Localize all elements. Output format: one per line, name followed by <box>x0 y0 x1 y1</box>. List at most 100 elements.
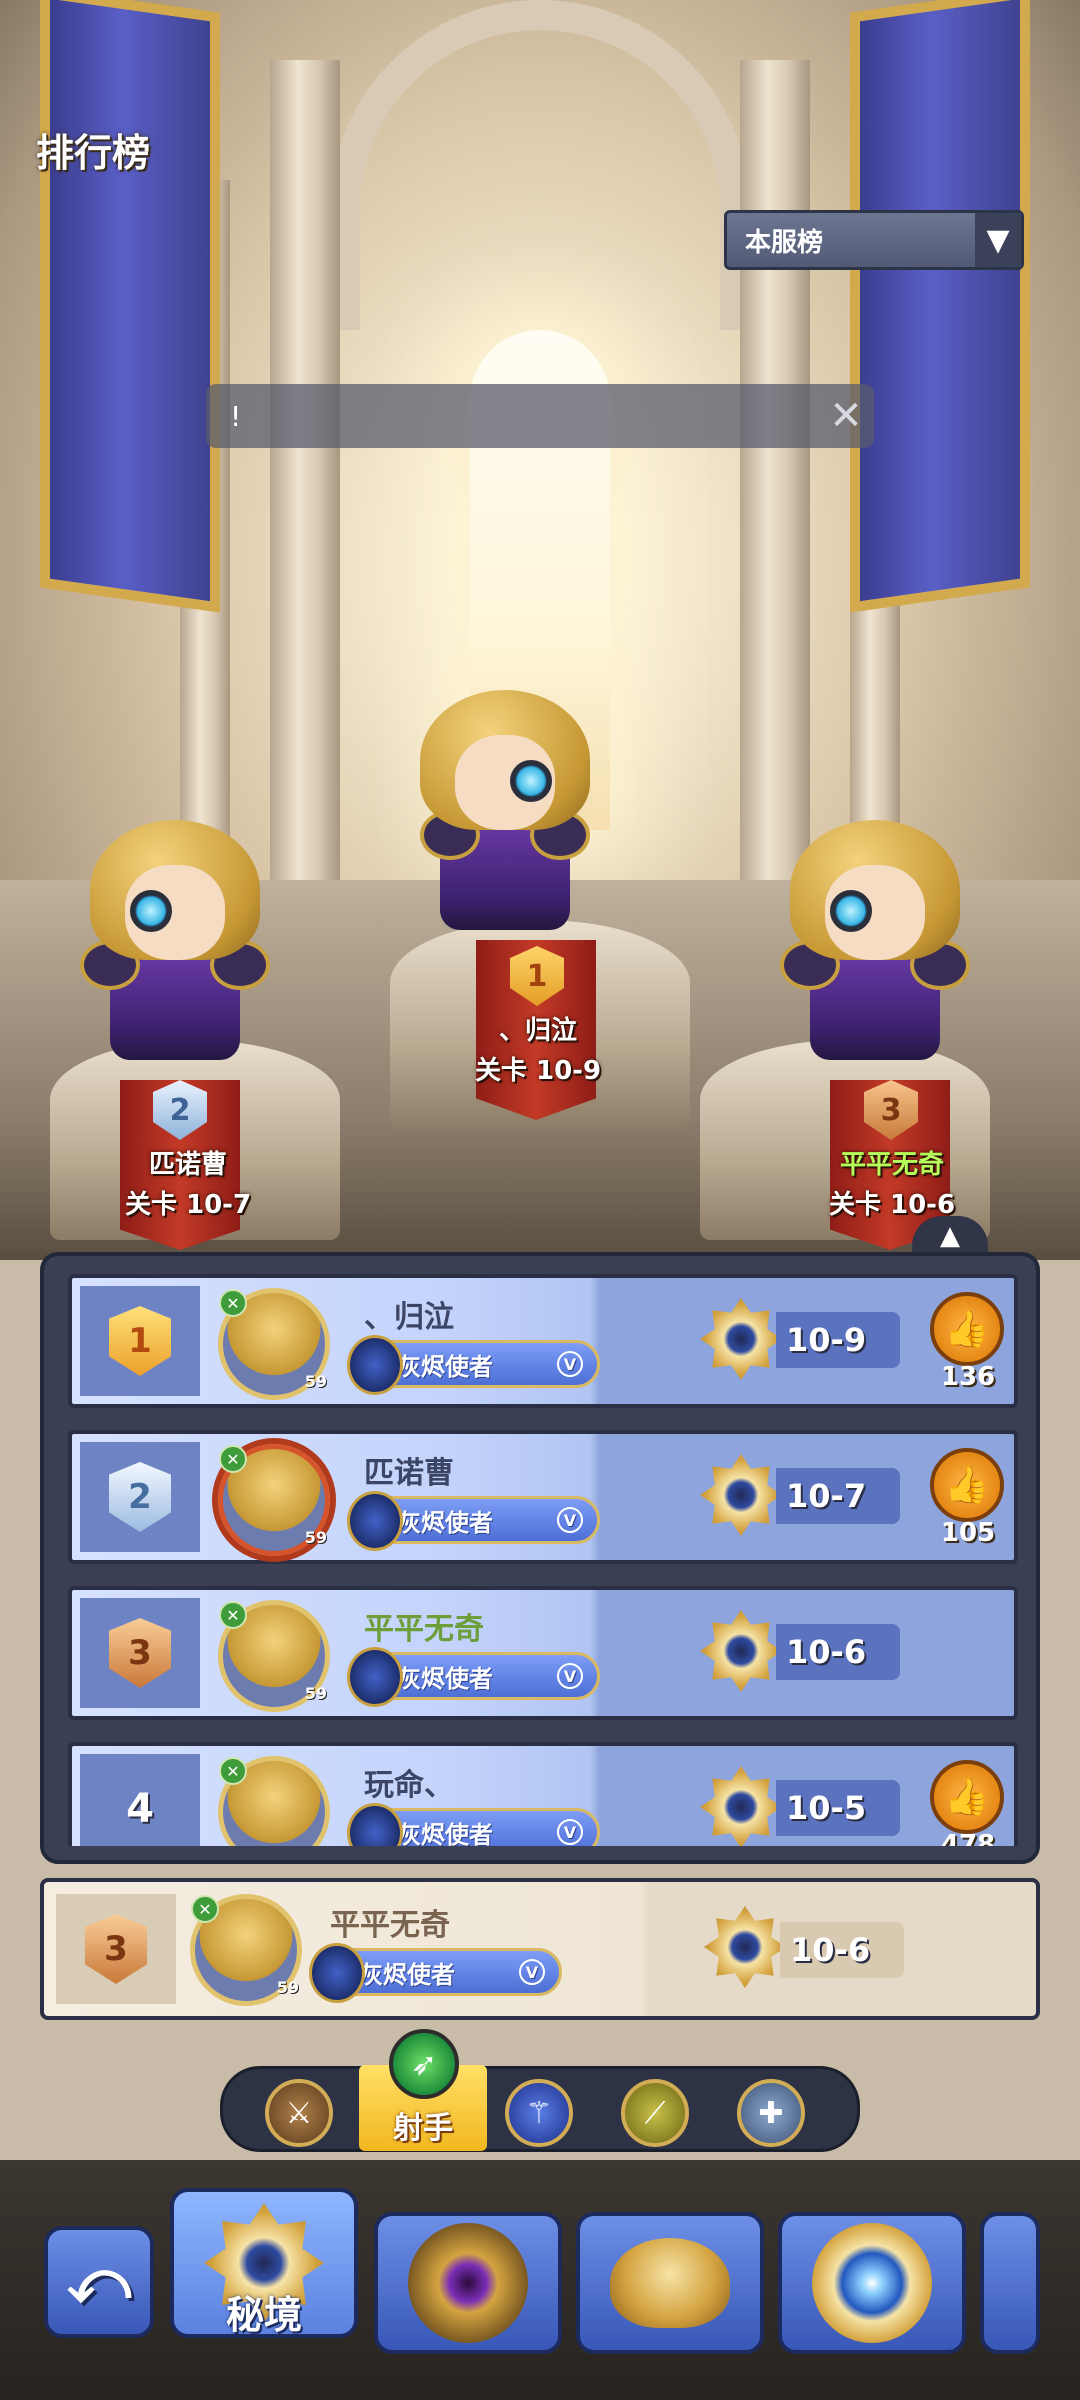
class-tab-archer[interactable]: ➶ 射手 <box>359 2029 487 2151</box>
title-emblem-icon <box>347 1803 403 1846</box>
leaderboard-row[interactable]: 2 ✕ 59 匹诺曹 灰烬使者 V 10-7 👍 105 <box>68 1430 1018 1564</box>
stage-value: 10-9 <box>776 1312 900 1368</box>
goggle-icon <box>510 760 552 802</box>
nav-active-label: 秘境 <box>225 2293 302 2337</box>
title-emblem-icon <box>347 1491 403 1551</box>
secret-realm-stage-icon <box>700 1298 782 1380</box>
like-count: 136 <box>940 1362 996 1392</box>
title-tier: V <box>557 1351 583 1377</box>
podium-rank-2-name: 匹诺曹 <box>148 1150 227 1180</box>
star-compass-emblem-icon <box>812 2223 932 2343</box>
archer-class-icon: ✕ <box>219 1289 247 1317</box>
nav-star-tab[interactable] <box>778 2212 966 2354</box>
player-title: 灰烬使者 <box>397 1352 493 1381</box>
player-title-badge: 灰烬使者 V <box>347 1491 600 1551</box>
stage-value: 10-6 <box>780 1922 904 1978</box>
secret-realm-stage-icon <box>704 1906 786 1988</box>
player-name: 平平无奇 <box>364 1612 484 1647</box>
player-title: 灰烬使者 <box>397 1664 493 1693</box>
leaderboard-row[interactable]: 3 ✕ 59 平平无奇 灰烬使者 V 10-6 <box>68 1586 1018 1720</box>
eye-emblem-icon <box>408 2223 528 2343</box>
leaderboard-row[interactable]: 1 ✕ 59 、归泣 灰烬使者 V 10-9 👍 136 <box>68 1274 1018 1408</box>
player-title-badge: 灰烬使者 V <box>347 1647 600 1707</box>
rank-shield-icon: 3 <box>109 1618 171 1688</box>
podium-rank-1-stage: 关卡 10-9 <box>474 1056 602 1086</box>
my-rank-row[interactable]: 3 ✕ 59 平平无奇 灰烬使者 V 10-6 <box>40 1878 1040 2020</box>
mage-staff-icon[interactable]: ⚚ <box>505 2079 573 2147</box>
collapse-list-button[interactable]: ▲ <box>912 1216 988 1256</box>
like-thumb-icon[interactable]: 👍 <box>930 1448 1004 1522</box>
server-scope-value: 本服榜 <box>745 227 824 258</box>
archer-class-icon: ✕ <box>219 1757 247 1785</box>
like-thumb-icon[interactable]: 👍 <box>930 1292 1004 1366</box>
podium-rank-1-name: 、归泣 <box>498 1016 577 1046</box>
archer-icon: ➶ <box>389 2029 459 2099</box>
player-name: 平平无奇 <box>330 1908 450 1943</box>
avatar[interactable]: ✕ 59 <box>190 1894 302 2006</box>
rank-shield-icon: 2 <box>109 1462 171 1532</box>
server-scope-dropdown[interactable]: 本服榜 ▼ <box>724 210 1024 270</box>
avatar[interactable]: ✕ 59 <box>218 1288 330 1400</box>
title-tier: V <box>557 1663 583 1689</box>
avatar[interactable]: ✕ 59 <box>218 1444 330 1556</box>
class-tab-label: 射手 <box>393 2111 453 2146</box>
player-title-badge: 灰烬使者 V <box>347 1335 600 1395</box>
assassin-blade-icon[interactable]: ⟋ <box>621 2079 689 2147</box>
bottom-nav: ⤺ <box>0 2160 1080 2400</box>
secret-realm-stage-icon <box>700 1766 782 1846</box>
podium-hero-rank-1[interactable] <box>420 690 590 930</box>
close-icon[interactable]: ✕ <box>818 388 874 444</box>
player-title: 灰烬使者 <box>359 1960 455 1989</box>
title-tier: V <box>557 1507 583 1533</box>
like-count: 478 <box>940 1830 996 1846</box>
like-count: 105 <box>940 1518 996 1548</box>
goggle-icon <box>830 890 872 932</box>
like-thumb-icon[interactable]: 👍 <box>930 1760 1004 1834</box>
nav-crown-tab[interactable] <box>576 2212 764 2354</box>
archer-class-icon: ✕ <box>219 1601 247 1629</box>
podium-hero-rank-2[interactable] <box>80 820 270 1060</box>
player-title-badge: 灰烬使者 V <box>347 1803 600 1846</box>
avatar-level: 59 <box>304 1372 327 1391</box>
rank-number: 4 <box>126 1786 154 1832</box>
page-title: 排行榜 <box>36 131 151 175</box>
crown-emblem-icon <box>610 2238 730 2328</box>
title-tier: V <box>557 1819 583 1845</box>
priest-cross-icon[interactable]: ✚ <box>737 2079 805 2147</box>
left-banner <box>40 0 220 613</box>
podium-hero-rank-3[interactable] <box>780 820 970 1060</box>
player-name: 、归泣 <box>364 1300 454 1335</box>
player-title: 灰烬使者 <box>397 1508 493 1537</box>
avatar[interactable]: ✕ 59 <box>218 1600 330 1712</box>
notice-bar: ! ✕ <box>206 384 874 448</box>
title-emblem-icon <box>347 1335 403 1395</box>
dropdown-arrow-icon[interactable]: ▼ <box>975 213 1021 267</box>
leaderboard-list[interactable]: 1 ✕ 59 、归泣 灰烬使者 V 10-9 👍 136 2 ✕ 59 匹诺曹 … <box>44 1274 1044 1846</box>
podium-rank-3-name: 平平无奇 <box>839 1150 944 1180</box>
rank-cell: 3 <box>56 1894 176 2004</box>
title-emblem-icon <box>309 1943 365 2003</box>
podium-rank-3-stage: 关卡 10-6 <box>828 1190 956 1220</box>
background-arch <box>330 0 750 330</box>
title-emblem-icon <box>347 1647 403 1707</box>
rank-shield-icon: 3 <box>85 1914 147 1984</box>
goggle-icon <box>130 890 172 932</box>
secret-realm-stage-icon <box>700 1454 782 1536</box>
player-name: 匹诺曹 <box>364 1456 454 1491</box>
archer-class-icon: ✕ <box>191 1895 219 1923</box>
nav-partial-tab[interactable] <box>980 2212 1040 2354</box>
avatar-level: 59 <box>304 1528 327 1547</box>
class-filter-bar: ⚔ ➶ 射手 ⚚ ⟋ ✚ <box>220 2029 860 2152</box>
leaderboard-panel: 1 ✕ 59 、归泣 灰烬使者 V 10-9 👍 136 2 ✕ 59 匹诺曹 … <box>40 1252 1040 1864</box>
leaderboard-row[interactable]: 4 ✕ 玩命、 灰烬使者 V 10-5 👍 478 <box>68 1742 1018 1846</box>
notice-text: ! <box>230 399 242 433</box>
warrior-icon[interactable]: ⚔ <box>265 2079 333 2147</box>
rank-shield-icon: 1 <box>109 1306 171 1376</box>
nav-eye-tab[interactable] <box>374 2212 562 2354</box>
back-button[interactable]: ⤺ <box>44 2226 154 2338</box>
rank-cell: 3 <box>80 1598 200 1708</box>
rank-cell: 2 <box>80 1442 200 1552</box>
avatar-level: 59 <box>304 1684 327 1703</box>
podium-rank-2-stage: 关卡 10-7 <box>124 1190 252 1220</box>
avatar[interactable]: ✕ <box>218 1756 330 1846</box>
